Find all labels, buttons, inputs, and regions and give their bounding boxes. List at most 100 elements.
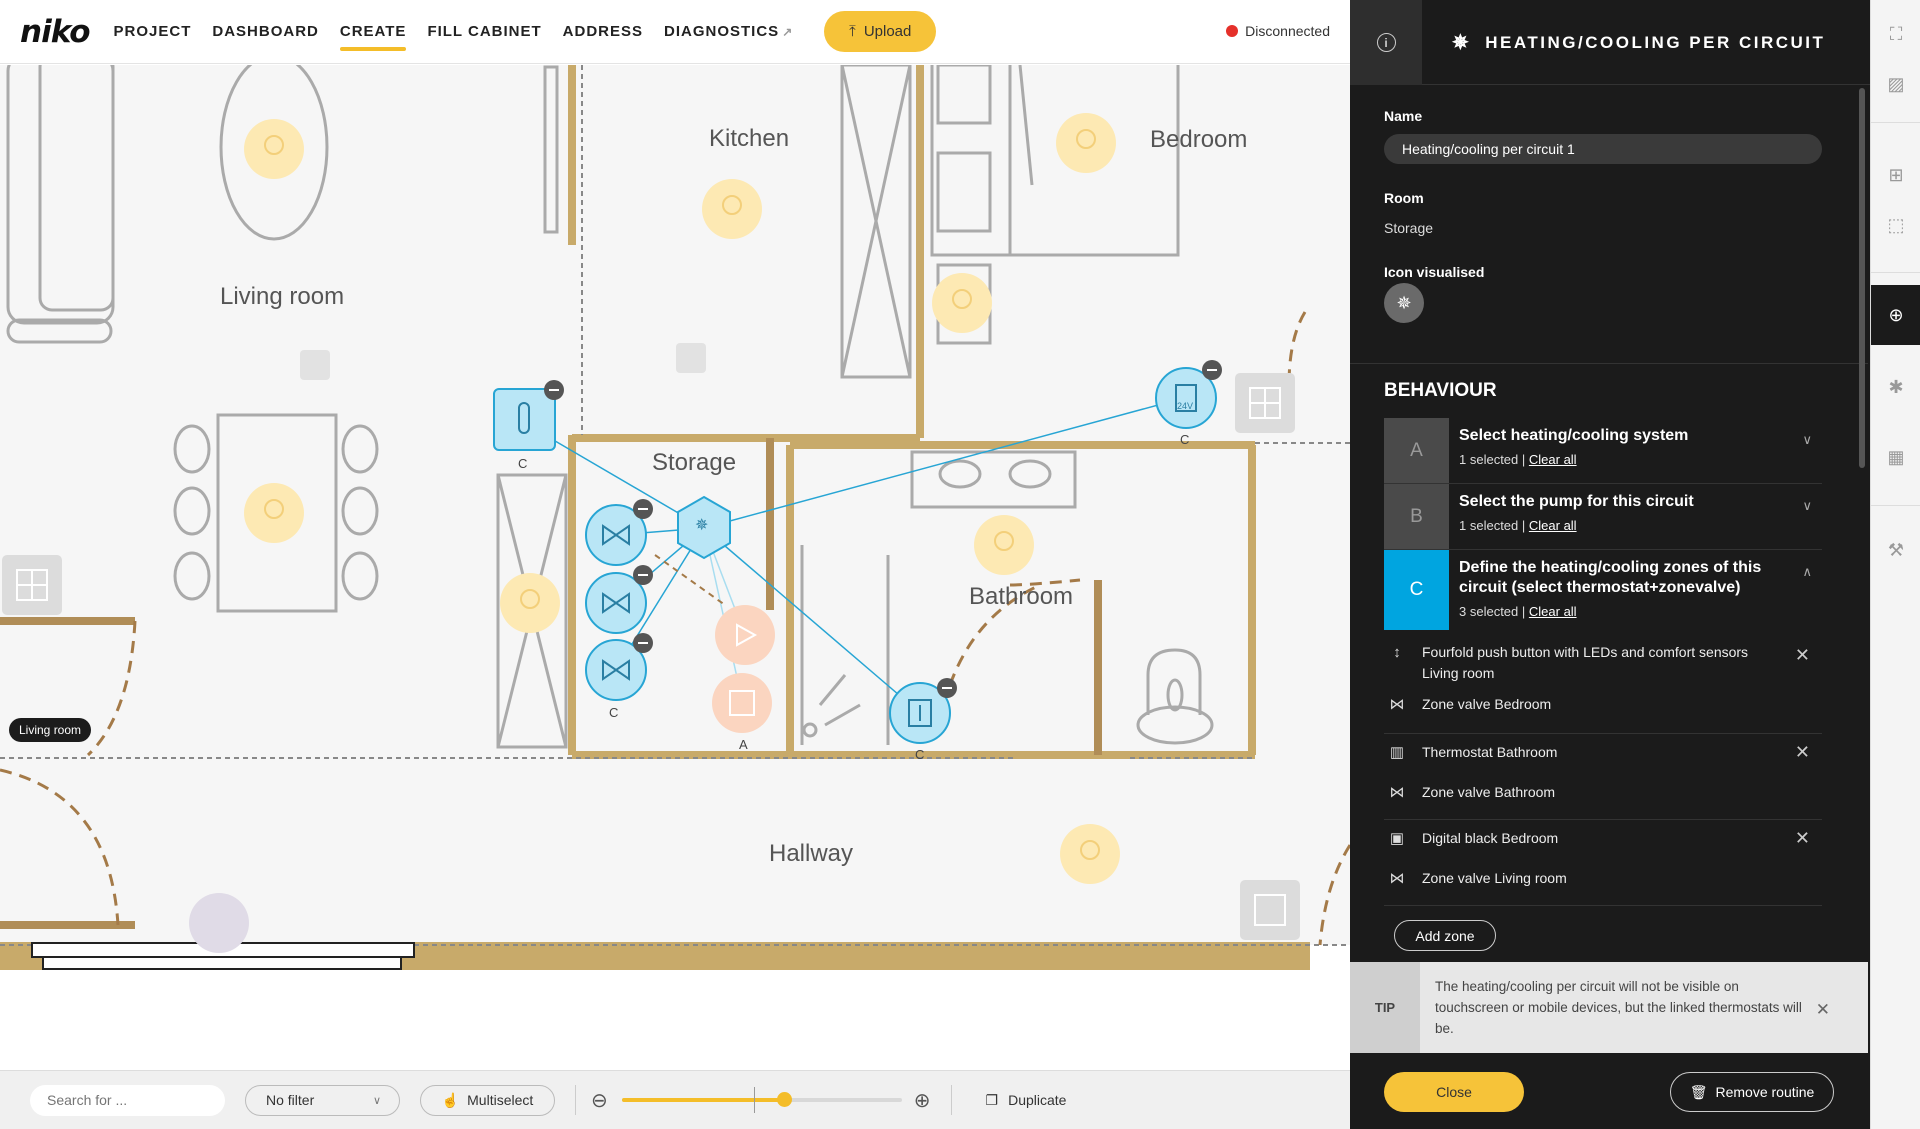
niko-logo[interactable]: niko	[20, 14, 91, 50]
step-title: Select heating/cooling system	[1459, 427, 1689, 444]
panel-scrollbar[interactable]	[1859, 88, 1865, 468]
nav-fill-cabinet[interactable]: FILL CABINET	[427, 19, 541, 44]
add-action-icon[interactable]: ⬚	[1871, 205, 1920, 245]
room-label-living-room: Living room	[220, 283, 345, 310]
map-icon[interactable]: ▨	[1871, 64, 1920, 104]
nav-diagnostics-label: DIAGNOSTICS	[664, 23, 780, 40]
info-icon: i	[1376, 33, 1396, 52]
zone-thermostat-name: Thermostat Bathroom	[1422, 744, 1558, 760]
connections-icon[interactable]: ✱	[1871, 367, 1920, 407]
duplicate-button[interactable]: ❐ Duplicate	[986, 1092, 1067, 1109]
zone-valves-marker[interactable]: C	[609, 705, 618, 720]
routine-panel: i ✵ HEATING/COOLING PER CIRCUIT Name Room…	[1350, 0, 1870, 1129]
nav-project[interactable]: PROJECT	[114, 19, 192, 44]
chevron-down-icon[interactable]: ∨	[1802, 432, 1812, 448]
remove-zone-icon[interactable]: ✕	[1795, 742, 1810, 763]
nav-dashboard[interactable]: DASHBOARD	[212, 19, 319, 44]
zone-valve-icon: ⋈	[1389, 784, 1405, 801]
tip-label: TIP	[1350, 962, 1420, 1053]
chevron-up-icon[interactable]: ∧	[1802, 564, 1812, 580]
remove-routine-button[interactable]: 🗑 Remove routine	[1670, 1072, 1834, 1112]
nav-diagnostics[interactable]: DIAGNOSTICS ↗	[664, 19, 793, 44]
tip-text: The heating/cooling per circuit will not…	[1435, 979, 1802, 1036]
calendar-icon[interactable]: ▦	[1871, 437, 1920, 477]
heating-cooling-icon: ✵	[1452, 32, 1472, 54]
clear-all-link[interactable]: Clear all	[1529, 518, 1577, 533]
floorplan-canvas[interactable]: Living room Kitchen Bedroom Storage Bath…	[0, 65, 1350, 1070]
thermostat-bathroom-marker[interactable]: C	[915, 747, 924, 762]
name-label: Name	[1384, 108, 1423, 124]
zone-valve: ⋈ Zone valve Bathroom	[1384, 782, 1556, 803]
tools-icon[interactable]: ⚒	[1871, 530, 1920, 570]
duplicate-icon: ❐	[985, 1091, 999, 1108]
rail-divider	[1871, 122, 1920, 123]
thermostat-living-marker[interactable]: C	[518, 456, 527, 471]
upload-button[interactable]: ⤒ Upload	[824, 11, 937, 52]
add-routine-icon[interactable]: ⊕	[1871, 285, 1920, 345]
step-title: Select the pump for this circuit	[1459, 493, 1694, 510]
step-selected-count: 1 selected |	[1459, 452, 1526, 467]
status-dot-icon	[1226, 25, 1239, 37]
add-device-icon[interactable]: ⊞	[1871, 155, 1920, 195]
zoom-in-icon[interactable]: ⊕	[914, 1088, 931, 1113]
step-letter: A	[1384, 418, 1449, 483]
pump-marker[interactable]: A	[739, 737, 748, 752]
chevron-down-icon[interactable]: ∨	[1802, 498, 1812, 514]
info-tab[interactable]: i	[1350, 0, 1422, 85]
zone-valve: ⋈ Zone valve Bedroom	[1384, 694, 1552, 715]
clear-all-link[interactable]: Clear all	[1529, 604, 1577, 619]
zone-valve-name: Zone valve Living room	[1422, 870, 1567, 886]
chevron-down-icon: ∨	[372, 1094, 381, 1107]
zone-valve-name: Zone valve Bathroom	[1422, 784, 1556, 800]
multiselect-button[interactable]: ☝ Multiselect	[420, 1084, 555, 1116]
zone-valve-icon: ⋈	[1389, 696, 1405, 713]
search-input[interactable]	[30, 1084, 225, 1116]
name-input[interactable]	[1384, 134, 1822, 164]
heating-cooling-icon: ✵	[1396, 292, 1412, 313]
step-a[interactable]: A Select heating/cooling system 1 select…	[1384, 418, 1822, 484]
thermostat-icon: ▥	[1389, 744, 1405, 761]
nav-address[interactable]: ADDRESS	[563, 19, 643, 44]
tip-box: TIP The heating/cooling per circuit will…	[1350, 962, 1868, 1053]
close-button[interactable]: Close	[1384, 1072, 1524, 1112]
zoom-slider-thumb[interactable]	[777, 1092, 793, 1107]
visualised-icon[interactable]: ✵	[1384, 283, 1424, 323]
floorplan-drawing	[0, 65, 1350, 970]
step-c[interactable]: C Define the heating/cooling zones of th…	[1384, 550, 1822, 630]
icon-visualised-label: Icon visualised	[1384, 264, 1485, 280]
zone-valve-name: Zone valve Bedroom	[1422, 696, 1552, 712]
fullscreen-icon[interactable]: ⛶	[1871, 14, 1920, 54]
close-tip-icon[interactable]: ✕	[1816, 1000, 1830, 1020]
upload-label: Upload	[863, 23, 912, 40]
multiselect-label: Multiselect	[467, 1092, 534, 1108]
step-b[interactable]: B Select the pump for this circuit 1 sel…	[1384, 484, 1822, 550]
remove-zone-icon[interactable]: ✕	[1795, 645, 1810, 666]
remove-zone-icon[interactable]: ✕	[1795, 828, 1810, 849]
heating-hub-icon[interactable]: ✵	[695, 515, 708, 535]
bottom-toolbar: No filter ∨ ☝ Multiselect ⊖ ⊕ ❐ Duplicate	[0, 1070, 1350, 1129]
rail-divider	[1871, 505, 1920, 506]
toolbar-divider	[950, 1085, 952, 1115]
add-zone-button[interactable]: Add zone	[1394, 920, 1496, 951]
rail-divider	[1871, 272, 1920, 273]
nav-create[interactable]: CREATE	[339, 19, 407, 51]
room-value[interactable]: Storage	[1384, 220, 1433, 236]
step-selected-count: 1 selected |	[1459, 518, 1526, 533]
zone-item: ▥ Thermostat Bathroom ⋈ Zone valve Bathroo…	[1384, 734, 1822, 820]
status-label: Disconnected	[1245, 23, 1330, 39]
zoom-slider[interactable]	[621, 1087, 902, 1113]
zoom-slider-fill	[621, 1098, 785, 1102]
panel-header: i ✵ HEATING/COOLING PER CIRCUIT	[1350, 0, 1870, 85]
room-pill-living-room[interactable]: Living room	[9, 718, 92, 742]
zone-item: ▣ Digital black Bedroom ⋈ Zone valve Livin…	[1384, 820, 1822, 906]
panel-title-text: HEATING/COOLING PER CIRCUIT	[1485, 32, 1826, 52]
clear-all-link[interactable]: Clear all	[1529, 452, 1577, 467]
room-label-hallway: Hallway	[769, 840, 854, 867]
filter-select[interactable]: No filter ∨	[245, 1084, 400, 1116]
thermostat-bedroom-marker[interactable]: C	[1180, 432, 1189, 447]
room-label: Room	[1384, 190, 1424, 206]
zone-thermostat: ▥ Thermostat Bathroom	[1384, 742, 1557, 763]
zoom-out-icon[interactable]: ⊖	[591, 1088, 608, 1113]
room-label-storage: Storage	[652, 449, 737, 476]
zone-thermostat-room: Living room	[1422, 665, 1495, 681]
